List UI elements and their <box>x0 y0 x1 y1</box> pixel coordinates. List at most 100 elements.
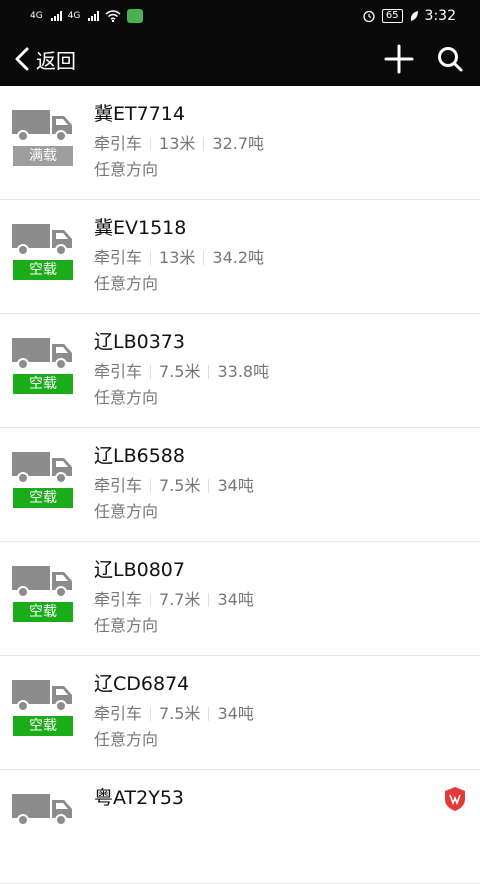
truck-wrap: 空载 <box>12 336 74 427</box>
spec-divider <box>150 251 152 265</box>
back-button[interactable]: 返回 <box>14 45 76 74</box>
vehicle-info: 辽LB0807 牵引车 7.7米 34吨 任意方向 <box>94 542 254 655</box>
spec-divider <box>203 251 205 265</box>
spec-divider <box>208 365 210 379</box>
plate-number: 粤AT2Y53 <box>94 787 184 809</box>
vehicle-specs: 牵引车 7.5米 34吨 <box>94 476 254 496</box>
truck-wrap: 空载 <box>12 222 74 313</box>
vehicle-info: 辽LB0373 牵引车 7.5米 33.8吨 任意方向 <box>94 314 269 427</box>
vehicle-length: 7.5米 <box>159 476 201 495</box>
vehicle-weight: 32.7吨 <box>212 134 265 153</box>
leaf-icon <box>410 11 418 21</box>
truck-icon <box>12 224 72 256</box>
plate-number: 冀ET7714 <box>94 103 185 125</box>
plate-number: 辽LB0373 <box>94 331 185 353</box>
vehicle-row[interactable]: 空载 辽CD6874 牵引车 7.5米 34吨 任意方向 <box>0 656 480 770</box>
vehicle-type: 牵引车 <box>94 362 143 381</box>
route-direction: 任意方向 <box>94 616 159 635</box>
vehicle-row[interactable]: 满载 冀ET7714 牵引车 13米 32.7吨 任意方向 <box>0 86 480 200</box>
spec-divider <box>150 707 152 721</box>
spec-divider <box>203 137 205 151</box>
truck-wrap: 空载 <box>12 450 74 541</box>
wechat-notification-icon <box>127 9 144 23</box>
vehicle-specs: 牵引车 7.5米 33.8吨 <box>94 362 269 382</box>
truck-icon <box>12 680 72 712</box>
wifi-icon <box>105 10 121 22</box>
nav-bar: 返回 <box>0 32 480 86</box>
truck-icon <box>12 452 72 484</box>
vehicle-weight: 34吨 <box>217 476 254 495</box>
vehicle-weight: 33.8吨 <box>217 362 270 381</box>
vehicle-specs: 牵引车 13米 32.7吨 <box>94 134 264 154</box>
spec-divider <box>150 479 152 493</box>
vehicle-type: 牵引车 <box>94 590 143 609</box>
vehicle-specs: 牵引车 13米 34.2吨 <box>94 248 264 268</box>
plate-number: 辽LB0807 <box>94 559 185 581</box>
load-status-badge: 满载 <box>13 146 73 166</box>
load-status-badge: 空载 <box>13 716 73 736</box>
truck-wrap: 满载 <box>12 108 74 199</box>
alarm-icon <box>363 10 375 23</box>
vehicle-row[interactable]: 粤AT2Y53 <box>0 770 480 884</box>
vehicle-length: 7.5米 <box>159 704 201 723</box>
vehicle-length: 13米 <box>159 248 196 267</box>
shield-icon <box>445 787 465 811</box>
status-right: 65 3:32 <box>362 8 456 24</box>
plate-number: 冀EV1518 <box>94 217 187 239</box>
truck-icon <box>12 110 72 142</box>
spec-divider <box>150 137 152 151</box>
vehicle-specs: 牵引车 7.7米 34吨 <box>94 590 254 610</box>
status-left: 4G 4G <box>30 9 144 23</box>
truck-icon <box>12 338 72 370</box>
load-status-badge: 空载 <box>13 260 73 280</box>
route-direction: 任意方向 <box>94 502 159 521</box>
load-status-badge: 空载 <box>13 374 73 394</box>
vehicle-row[interactable]: 空载 辽LB0373 牵引车 7.5米 33.8吨 任意方向 <box>0 314 480 428</box>
vehicle-row[interactable]: 空载 辽LB6588 牵引车 7.5米 34吨 任意方向 <box>0 428 480 542</box>
vehicle-type: 牵引车 <box>94 248 143 267</box>
vehicle-info: 粤AT2Y53 <box>94 770 184 883</box>
route-direction: 任意方向 <box>94 160 159 179</box>
truck-wrap: 空载 <box>12 564 74 655</box>
load-status-badge: 空载 <box>13 488 73 508</box>
vehicle-length: 7.7米 <box>159 590 201 609</box>
spec-divider <box>150 593 152 607</box>
vehicle-row[interactable]: 空载 冀EV1518 牵引车 13米 34.2吨 任意方向 <box>0 200 480 314</box>
plate-number: 辽CD6874 <box>94 673 190 695</box>
back-label: 返回 <box>36 48 76 73</box>
vehicle-row[interactable]: 空载 辽LB0807 牵引车 7.7米 34吨 任意方向 <box>0 542 480 656</box>
spec-divider <box>208 593 210 607</box>
truck-wrap <box>12 792 74 883</box>
truck-wrap: 空载 <box>12 678 74 769</box>
route-direction: 任意方向 <box>94 730 159 749</box>
nav-actions <box>384 44 464 74</box>
status-bar: 4G 4G 65 3:32 <box>0 0 480 32</box>
truck-icon <box>12 794 72 826</box>
vehicle-weight: 34.2吨 <box>212 248 265 267</box>
vehicle-type: 牵引车 <box>94 704 143 723</box>
vehicle-type: 牵引车 <box>94 476 143 495</box>
vehicle-weight: 34吨 <box>217 704 254 723</box>
route-direction: 任意方向 <box>94 388 159 407</box>
signal-bars-icon-2 <box>88 11 100 21</box>
vehicle-info: 辽CD6874 牵引车 7.5米 34吨 任意方向 <box>94 656 254 769</box>
vehicle-specs: 牵引车 7.5米 34吨 <box>94 704 254 724</box>
vehicle-length: 7.5米 <box>159 362 201 381</box>
spec-divider <box>208 707 210 721</box>
load-status-badge: 空载 <box>13 602 73 622</box>
spec-divider <box>150 365 152 379</box>
vehicle-length: 13米 <box>159 134 196 153</box>
vehicle-list: 满载 冀ET7714 牵引车 13米 32.7吨 任意方向 空载 冀EV1518 牵… <box>0 86 480 884</box>
vehicle-type: 牵引车 <box>94 134 143 153</box>
route-direction: 任意方向 <box>94 274 159 293</box>
signal-label-2: 4G <box>67 11 81 21</box>
search-icon[interactable] <box>436 45 464 73</box>
clock: 3:32 <box>424 8 456 24</box>
spec-divider <box>208 479 210 493</box>
plus-icon[interactable] <box>384 44 414 74</box>
truck-icon <box>12 566 72 598</box>
vehicle-weight: 34吨 <box>217 590 254 609</box>
vehicle-info: 辽LB6588 牵引车 7.5米 34吨 任意方向 <box>94 428 254 541</box>
signal-label-1: 4G <box>30 11 43 21</box>
signal-bars-icon <box>50 11 62 21</box>
